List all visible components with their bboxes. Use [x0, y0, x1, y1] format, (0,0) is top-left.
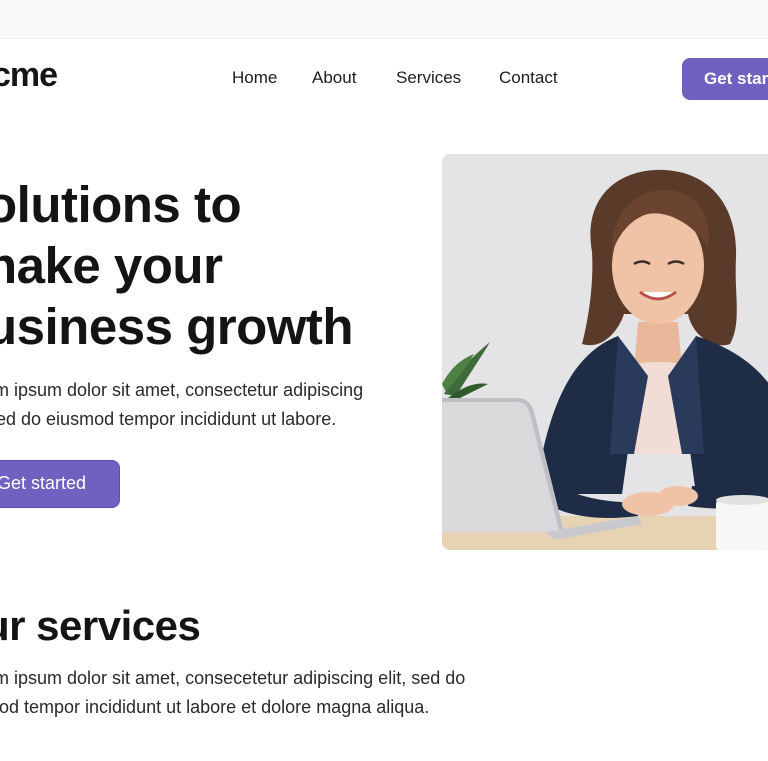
hero-get-started-button[interactable]: Get started [0, 460, 120, 508]
header-get-started-button[interactable]: Get started [682, 58, 768, 100]
browser-top-strip [0, 0, 768, 39]
services-description-line: em ipsum dolor sit amet, consecetetur ad… [0, 668, 466, 688]
services-description-line: mod tempor incididunt ut labore et dolor… [0, 697, 430, 717]
hero-title-line: olutions to [0, 176, 242, 233]
hero-title-line: usiness growth [0, 298, 354, 355]
hero-description-line: Sed do eiusmod tempor incididunt ut labo… [0, 409, 337, 429]
hero-description: em ipsum dolor sit amet, consectetur adi… [0, 376, 424, 434]
landing-page: cme Home About Services Contact Get star… [0, 0, 768, 761]
nav-about-link[interactable]: About [312, 68, 356, 88]
nav-services-link[interactable]: Services [396, 68, 461, 88]
nav-contact-link[interactable]: Contact [499, 68, 558, 88]
services-description: em ipsum dolor sit amet, consecetetur ad… [0, 664, 544, 722]
main-nav: Home About Services Contact [0, 68, 768, 92]
services-title: ur services [0, 602, 201, 649]
woman-with-laptop-illustration [442, 154, 768, 550]
hero-title-line: nake your [0, 237, 223, 294]
nav-home-link[interactable]: Home [232, 68, 277, 88]
hero-description-line: em ipsum dolor sit amet, consectetur adi… [0, 380, 364, 400]
hero-title: olutions to nake your usiness growth [0, 174, 426, 357]
hero-image [442, 154, 768, 550]
